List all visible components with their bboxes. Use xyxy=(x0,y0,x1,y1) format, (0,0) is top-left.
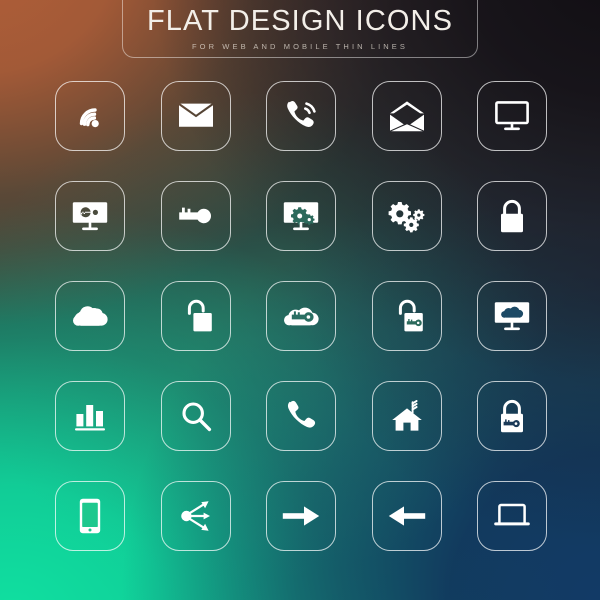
icon-tile-padlock-closed[interactable] xyxy=(477,181,547,251)
icon-tile-share-network[interactable] xyxy=(160,481,231,551)
page-subtitle: FOR WEB AND MOBILE THIN LINES xyxy=(191,41,409,51)
icon-tile-phone-ringing[interactable] xyxy=(266,81,336,151)
phone-ringing-icon xyxy=(284,99,318,133)
poster-canvas: FLAT DESIGN ICONS FOR WEB AND MOBILE THI… xyxy=(0,0,600,600)
icon-tile-envelope-open[interactable] xyxy=(371,81,442,151)
icon-tile-gears[interactable] xyxy=(371,181,442,251)
icon-tile-padlock-open-key[interactable] xyxy=(371,281,442,351)
envelope-open-icon xyxy=(389,100,425,132)
page-title: FLAT DESIGN ICONS xyxy=(146,4,454,37)
envelope-closed-icon xyxy=(178,102,214,130)
padlock-open-icon xyxy=(179,298,213,334)
smartphone-icon xyxy=(78,498,102,534)
laptop-icon xyxy=(493,502,531,530)
icon-tile-home-antenna[interactable] xyxy=(371,381,442,451)
wifi-signal-icon xyxy=(73,99,107,133)
icon-tile-monitor-key[interactable] xyxy=(55,181,125,251)
icon-tile-phone-handset[interactable] xyxy=(266,381,336,451)
monitor-key-icon xyxy=(72,200,108,232)
monitor-icon xyxy=(494,100,530,132)
icon-tile-monitor[interactable] xyxy=(477,81,547,151)
monitor-cloud-icon xyxy=(494,300,530,332)
gears-icon xyxy=(388,200,425,233)
icon-tile-arrow-left[interactable] xyxy=(371,481,442,551)
key-icon xyxy=(178,205,214,227)
title-banner: FLAT DESIGN ICONS FOR WEB AND MOBILE THI… xyxy=(122,0,478,58)
cloud-icon xyxy=(71,305,109,327)
icon-tile-padlock-open[interactable] xyxy=(160,281,231,351)
icon-tile-monitor-gears[interactable] xyxy=(266,181,336,251)
share-network-icon xyxy=(179,499,213,533)
bar-chart-icon xyxy=(74,400,106,432)
icon-tile-key[interactable] xyxy=(160,181,231,251)
icon-tile-search[interactable] xyxy=(160,381,231,451)
monitor-gears-icon xyxy=(283,200,319,232)
phone-handset-icon xyxy=(285,400,317,432)
padlock-key-icon xyxy=(497,398,527,434)
icon-tile-monitor-cloud[interactable] xyxy=(477,281,547,351)
padlock-open-key-icon xyxy=(390,298,424,334)
icon-grid xyxy=(55,81,547,551)
search-icon xyxy=(180,400,212,432)
cloud-key-icon xyxy=(282,305,320,327)
arrow-right-icon xyxy=(282,505,320,527)
icon-tile-bar-chart[interactable] xyxy=(55,381,125,451)
icon-tile-envelope-closed[interactable] xyxy=(160,81,231,151)
icon-tile-cloud[interactable] xyxy=(55,281,125,351)
padlock-closed-icon xyxy=(497,198,527,234)
icon-tile-padlock-key[interactable] xyxy=(477,381,547,451)
arrow-left-icon xyxy=(388,505,426,527)
home-antenna-icon xyxy=(390,399,424,433)
icon-tile-arrow-right[interactable] xyxy=(266,481,336,551)
icon-tile-cloud-key[interactable] xyxy=(266,281,336,351)
icon-tile-smartphone[interactable] xyxy=(55,481,125,551)
icon-tile-wifi-signal[interactable] xyxy=(55,81,125,151)
icon-tile-laptop[interactable] xyxy=(477,481,547,551)
